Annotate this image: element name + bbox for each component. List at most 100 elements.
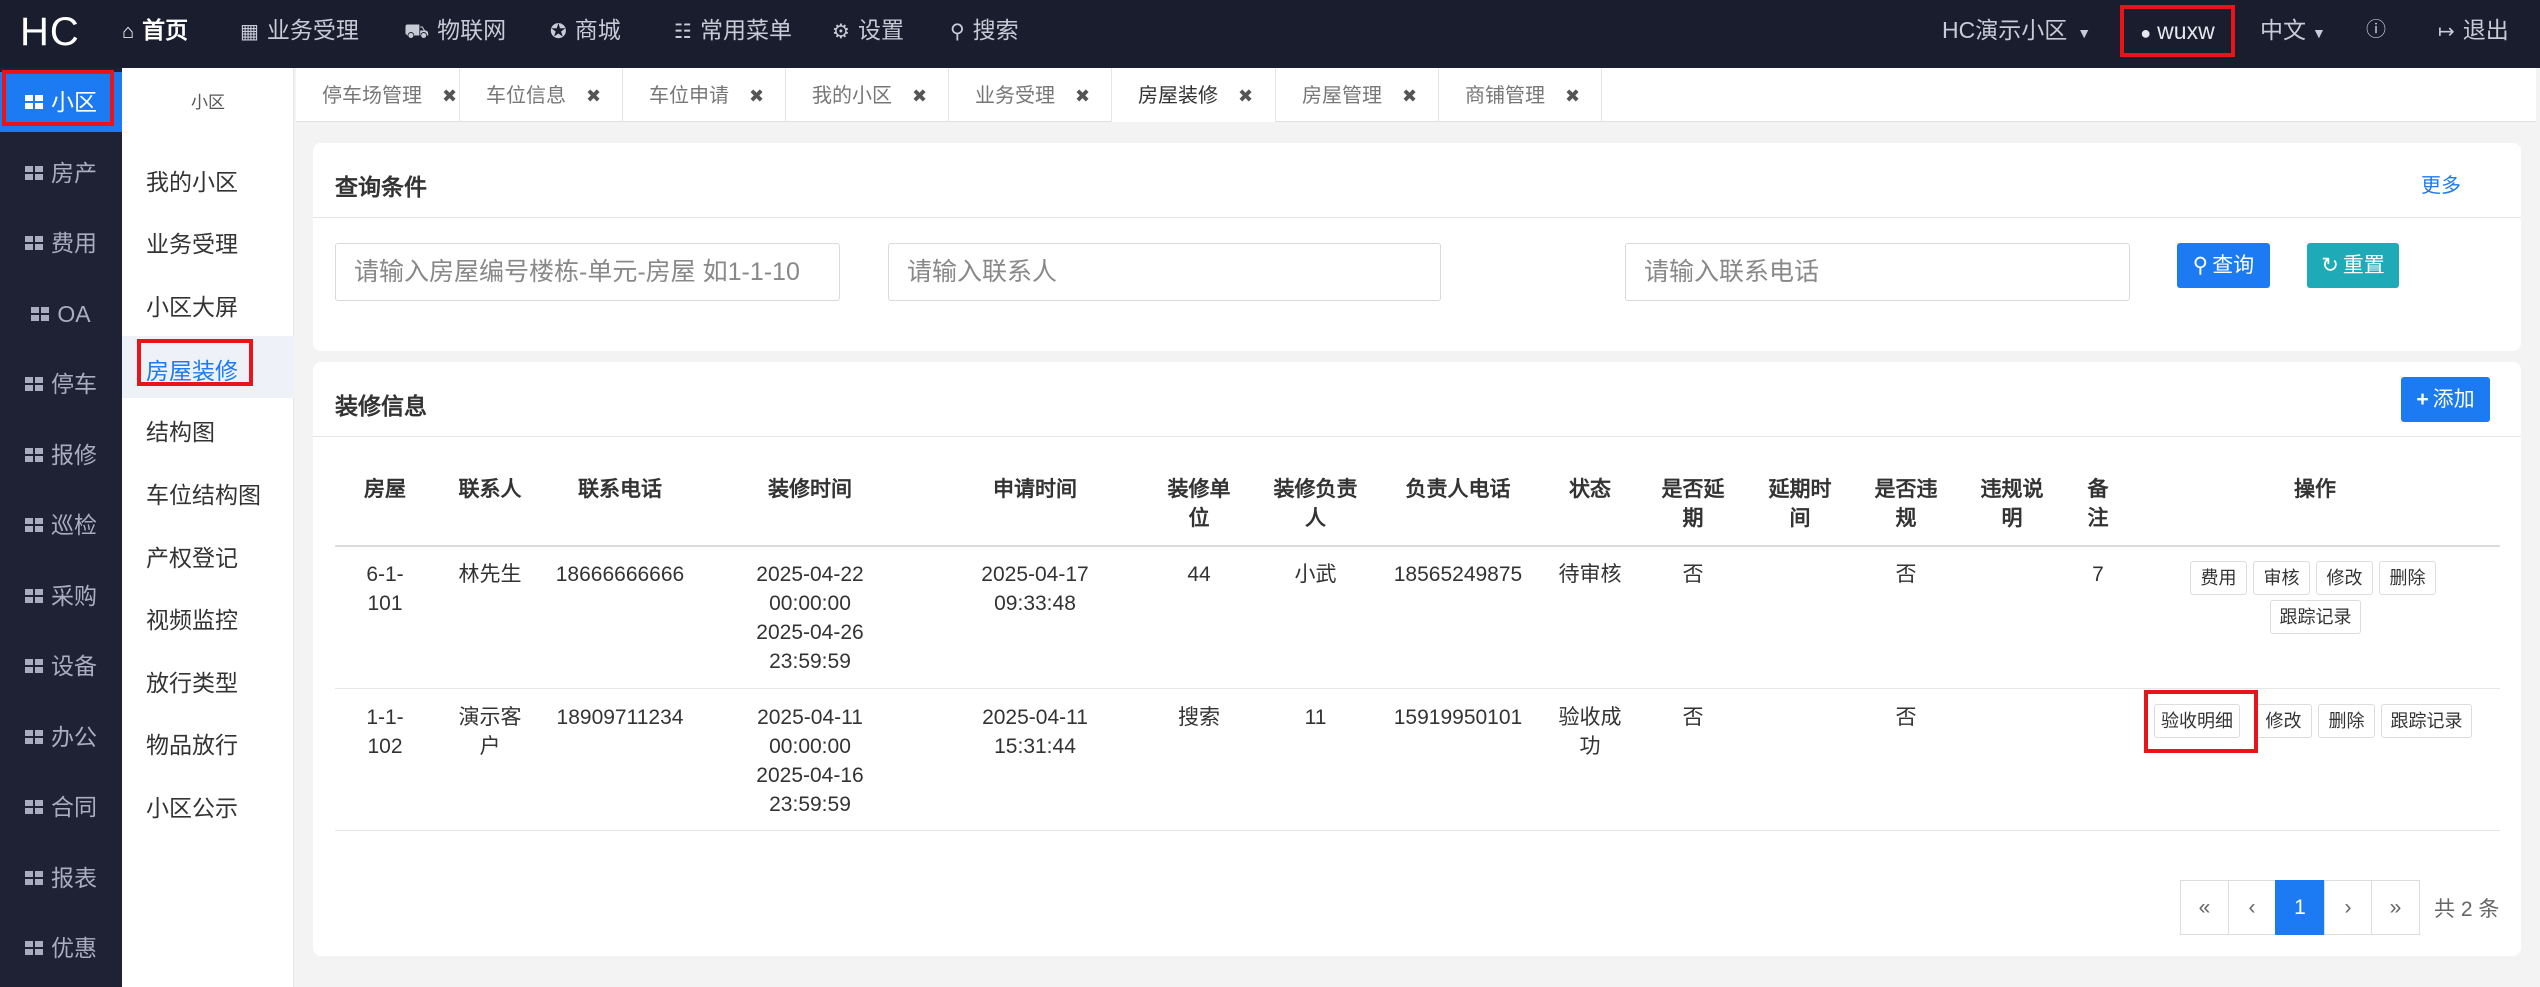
tab-house-management[interactable]: 房屋管理 ✖ (1276, 68, 1439, 122)
close-icon[interactable]: ✖ (912, 86, 927, 106)
tab-shop-management[interactable]: 商铺管理 ✖ (1439, 68, 1602, 122)
sidebar-item-office[interactable]: 办公 (0, 707, 122, 767)
sidebar-item-inspection[interactable]: 巡检 (0, 495, 122, 555)
more-link[interactable]: 更多 (2421, 169, 2461, 198)
close-icon[interactable]: ✖ (749, 86, 764, 106)
col-violation: 是否违规 (1874, 478, 1938, 530)
sub-item-announcement[interactable]: 小区公示 (146, 789, 238, 823)
nav-business[interactable]: ▦ 业务受理 (240, 0, 359, 68)
caret-down-icon: ▼ (2312, 25, 2326, 41)
cell-status: 待审核 (1558, 563, 1622, 586)
sub-item-my-community[interactable]: 我的小区 (146, 163, 238, 197)
sidebar-item-report[interactable]: 报表 (0, 848, 122, 908)
page-next[interactable]: › (2324, 880, 2372, 935)
delete-button[interactable]: 删除 (2379, 561, 2436, 595)
nav-common-menu[interactable]: ☷ 常用菜单 (674, 0, 792, 68)
page-prev[interactable]: ‹ (2228, 880, 2276, 935)
sidebar-item-contract[interactable]: 合同 (0, 777, 122, 837)
room-input[interactable]: 请输入房屋编号楼栋-单元-房屋 如1-1-10 (335, 243, 840, 301)
delete-button[interactable]: 删除 (2318, 704, 2375, 738)
page-first[interactable]: « (2180, 880, 2229, 935)
search-button[interactable]: ⚲ 查询 (2177, 243, 2270, 288)
tab-my-community[interactable]: 我的小区 ✖ (786, 68, 949, 122)
nav-search[interactable]: ⚲ 搜索 (950, 0, 1019, 68)
row-divider (335, 830, 2500, 831)
divider (313, 217, 2521, 218)
col-delay-time: 延期时间 (1768, 478, 1832, 530)
reset-button[interactable]: ↻ 重置 (2307, 243, 2399, 288)
tab-renovation[interactable]: 房屋装修 ✖ (1112, 68, 1276, 122)
sub-item-parking-structure[interactable]: 车位结构图 (146, 476, 261, 510)
sidebar-item-equipment[interactable]: 设备 (0, 636, 122, 696)
sub-item-video[interactable]: 视频监控 (146, 601, 238, 635)
tab-business[interactable]: 业务受理 ✖ (949, 68, 1112, 122)
sub-item-release-type[interactable]: 放行类型 (146, 664, 238, 698)
cell-delayed: 否 (1682, 706, 1704, 729)
close-icon[interactable]: ✖ (442, 86, 457, 106)
grid-icon (25, 870, 43, 885)
col-room: 房屋 (364, 478, 406, 501)
sidebar-item-property[interactable]: 房产 (0, 143, 122, 203)
edit-button[interactable]: 修改 (2316, 561, 2373, 595)
grid-icon (25, 517, 43, 532)
query-panel: 查询条件 更多 请输入房屋编号楼栋-单元-房屋 如1-1-10 请输入联系人 请… (313, 143, 2521, 351)
highlight-box (137, 339, 253, 386)
tab-parking-lot[interactable]: 停车场管理 ✖ (296, 68, 460, 122)
close-icon[interactable]: ✖ (1238, 86, 1253, 106)
sidebar-item-parking[interactable]: 停车 (0, 354, 122, 414)
cell-phone: 18909711234 (556, 706, 684, 729)
page-current[interactable]: 1 (2275, 880, 2325, 935)
edit-button[interactable]: 修改 (2255, 704, 2312, 738)
page-last[interactable]: » (2371, 880, 2420, 935)
close-icon[interactable]: ✖ (586, 86, 601, 106)
community-selector[interactable]: HC演示小区 ▼ (1942, 0, 2091, 68)
track-record-button[interactable]: 跟踪记录 (2381, 704, 2472, 738)
contact-input[interactable]: 请输入联系人 (888, 243, 1441, 301)
track-record-button[interactable]: 跟踪记录 (2270, 600, 2361, 634)
sub-item-goods-release[interactable]: 物品放行 (146, 726, 238, 760)
sidebar-item-purchase[interactable]: 采购 (0, 566, 122, 626)
col-violation-desc: 违规说明 (1980, 478, 2044, 530)
user-menu[interactable]: ● wuxw (2120, 5, 2235, 57)
sub-item-property-registration[interactable]: 产权登记 (146, 539, 238, 573)
nav-home[interactable]: ⌂ 首页 (122, 0, 188, 68)
col-status: 状态 (1569, 478, 1611, 501)
nav-settings[interactable]: ⚙ 设置 (832, 0, 904, 68)
plus-icon: + (2416, 388, 2429, 411)
tab-parking-info[interactable]: 车位信息 ✖ (460, 68, 623, 122)
phone-input[interactable]: 请输入联系电话 (1625, 243, 2130, 301)
nav-mall[interactable]: ✪ 商城 (550, 0, 621, 68)
language-selector[interactable]: 中文 ▼ (2260, 0, 2326, 68)
sidebar-item-repair[interactable]: 报修 (0, 425, 122, 485)
grid-icon (25, 658, 43, 673)
highlight-box (2, 70, 114, 126)
logout-button[interactable]: ↦ 退出 (2438, 0, 2509, 68)
cell-unit: 搜索 (1178, 706, 1220, 729)
sidebar-item-oa[interactable]: OA (0, 284, 122, 344)
sub-item-big-screen[interactable]: 小区大屏 (146, 288, 238, 322)
logo[interactable]: HC (20, 10, 80, 55)
sub-item-business[interactable]: 业务受理 (146, 225, 238, 259)
question-circle-icon[interactable]: ⓘ (2366, 0, 2386, 68)
grid-icon (25, 799, 43, 814)
sub-item-structure[interactable]: 结构图 (146, 413, 215, 447)
tab-parking-apply[interactable]: 车位申请 ✖ (623, 68, 786, 122)
sidebar-item-discount[interactable]: 优惠 (0, 918, 122, 978)
query-title: 查询条件 (335, 174, 427, 200)
add-button[interactable]: + 添加 (2401, 377, 2490, 422)
col-actions: 操作 (2294, 478, 2336, 501)
cell-reno-start: 2025-04-11 00:00:00 (757, 706, 863, 758)
review-button[interactable]: 审核 (2253, 561, 2310, 595)
cell-phone: 18666666666 (555, 563, 685, 586)
sidebar-item-fee[interactable]: 费用 (0, 213, 122, 273)
info-title: 装修信息 (335, 393, 427, 419)
nav-iot[interactable]: ⛟ 物联网 (404, 0, 506, 68)
fee-button[interactable]: 费用 (2190, 561, 2247, 595)
tab-bar: 停车场管理 ✖ 车位信息 ✖ 车位申请 ✖ 我的小区 ✖ 业务受理 ✖ 房屋装修 ✖ 房屋管… (296, 68, 2536, 122)
cell-delayed: 否 (1682, 563, 1704, 586)
close-icon[interactable]: ✖ (1075, 86, 1090, 106)
close-icon[interactable]: ✖ (1565, 86, 1580, 106)
cell-room: 1-1-102 (366, 706, 404, 758)
close-icon[interactable]: ✖ (1402, 86, 1417, 106)
grid-icon (25, 729, 43, 744)
